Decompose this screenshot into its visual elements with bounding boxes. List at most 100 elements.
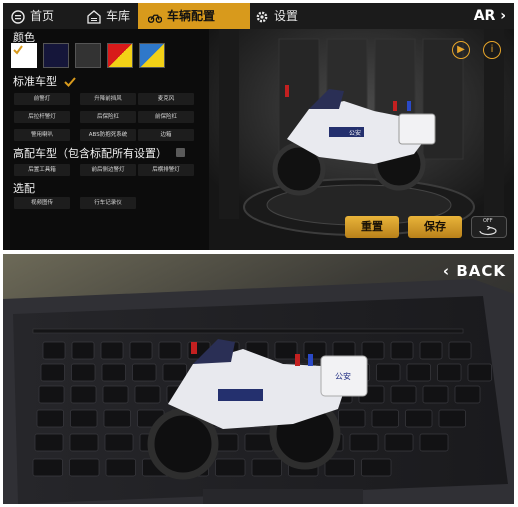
keyboard-key [69,433,99,452]
keyboard-key [371,409,399,428]
gear-icon [256,11,268,22]
color-swatch-gray[interactable] [75,43,101,68]
rotate-toggle-button[interactable]: OFF [471,216,507,238]
nav-settings-label: 设置 [274,9,299,23]
option-abs[interactable]: ABS防抱死系统 [80,129,136,141]
keyboard-key [454,385,481,404]
keyboard-key [419,433,449,452]
reset-button[interactable]: 重置 [345,216,399,238]
ar-camera-view: 公安 ‹ BACK [3,254,514,504]
color-swatch-white[interactable] [11,43,37,68]
garage-icon [87,9,101,24]
keyboard-key [38,385,65,404]
keyboard-key [40,363,65,382]
ar-button[interactable]: AR › [474,3,506,29]
keyboard-key [390,385,417,404]
keyboard-key [376,363,401,382]
option-lift-windshield[interactable]: 升降前挡风 [80,93,136,105]
keyboard-key [467,363,492,382]
keyboard-key [406,363,431,382]
keyboard-key [71,341,95,360]
keyboard-key [448,341,472,360]
option-front-warning-light[interactable]: 前警灯 [14,93,70,105]
nav-config[interactable]: 车辆配置 [138,3,250,29]
keyboard-key [324,458,355,477]
option-side-box[interactable]: 边箱 [138,129,194,141]
keyboard-key [338,409,366,428]
check-icon [13,45,23,55]
toggle-label: OFF [483,218,493,224]
keyboard-key [422,385,449,404]
config-screen: 首页 车库 车辆配置 设置 AR › 颜色 标准车型 前警灯 升降前挡风 麦克风… [3,3,514,250]
keyboard-key [244,433,274,452]
keyboard-key [129,341,153,360]
option-rear-toolbox[interactable]: 后置工具箱 [14,164,70,176]
option-rear-pole-light[interactable]: 后拉杆警灯 [14,111,70,123]
option-microphone[interactable]: 麦克风 [138,93,194,105]
color-swatch-blue-yellow[interactable] [139,43,165,68]
keyboard-key [158,341,182,360]
keyboard-key [104,433,134,452]
keyboard-key [384,433,414,452]
keyboard-key [390,341,414,360]
info-icon[interactable]: i [483,41,501,59]
color-swatch-navy[interactable] [43,43,69,68]
play-icon[interactable]: ▶ [452,41,470,59]
keyboard-key [438,409,466,428]
chevron-right-icon: › [495,8,506,24]
optional-section-title: 选配 [13,182,35,195]
config-options-panel: 颜色 标准车型 前警灯 升降前挡风 麦克风 后拉杆警灯 后保险杠 前保险杠 警用… [3,29,209,250]
motorcycle-icon [148,14,162,23]
nav-home-label: 首页 [30,9,55,23]
ar-scene: 公安 [3,254,514,504]
keyboard-key [70,385,97,404]
option-police-horn[interactable]: 警用喇叭 [14,129,70,141]
nav-home[interactable]: 首页 [11,3,54,29]
keyboard-key [162,363,187,382]
keyboard-key [102,385,129,404]
keyboard-key [34,433,64,452]
premium-checkbox[interactable] [176,148,185,157]
rotate-icon [479,226,497,236]
keyboard-key [36,409,64,428]
standard-section-label: 标准车型 [13,75,57,88]
keyboard-key [361,458,392,477]
back-label: BACK [456,262,506,280]
keyboard-key [134,385,161,404]
keyboard-key [42,341,66,360]
nav-garage-label: 车库 [106,9,131,23]
option-video-transmission[interactable]: 视频图传 [14,197,70,209]
keyboard-key [100,341,124,360]
nav-settings[interactable]: 设置 [255,3,298,29]
keyboard-key [349,433,379,452]
keyboard-key [32,458,63,477]
keyboard-key [405,409,433,428]
home-circle-icon [11,9,25,24]
keyboard-key [215,458,246,477]
keyboard-key [132,363,157,382]
keyboard-key [69,458,100,477]
top-nav: 首页 车库 车辆配置 设置 AR › [3,3,514,29]
option-rear-light-bar[interactable]: 后横排警灯 [138,164,194,176]
keyboard-key [103,409,131,428]
back-button[interactable]: ‹ BACK [443,262,506,280]
nav-config-label: 车辆配置 [167,9,216,23]
keyboard-key [419,341,443,360]
option-dashcam[interactable]: 行车记录仪 [80,197,136,209]
option-side-lights[interactable]: 前后侧边警灯 [80,164,136,176]
chevron-left-icon: ‹ [442,262,457,280]
ar-label: AR [473,8,496,24]
keyboard-key [274,341,298,360]
standard-section-title: 标准车型 [13,73,76,89]
premium-section-title: 高配车型（包含标配所有设置） [13,147,167,160]
keyboard-key [437,363,462,382]
color-swatch-red-yellow[interactable] [107,43,133,68]
ar-bike-label: 公安 [335,371,351,381]
keyboard-key [251,458,282,477]
option-rear-bumper[interactable]: 后保险杠 [80,111,136,123]
keyboard-key [101,363,126,382]
keyboard-key [105,458,136,477]
nav-garage[interactable]: 车库 [87,3,130,29]
option-front-bumper[interactable]: 前保险杠 [138,111,194,123]
save-button[interactable]: 保存 [408,216,462,238]
